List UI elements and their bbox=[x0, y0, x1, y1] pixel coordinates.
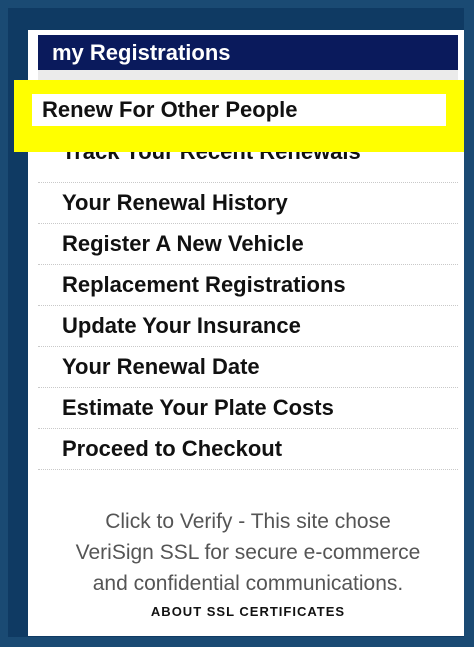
ssl-verification-notice[interactable]: Click to Verify - This site chose VeriSi… bbox=[38, 506, 458, 621]
outer-frame: my Registrations Renew Your Plates Onlin… bbox=[8, 8, 464, 637]
menu-item-proceed-to-checkout[interactable]: Proceed to Checkout bbox=[38, 429, 458, 470]
highlighted-menu-item-renew-for-other-people[interactable]: Renew For Other People bbox=[32, 94, 446, 126]
menu-item-renewal-date[interactable]: Your Renewal Date bbox=[38, 347, 458, 388]
menu-item-estimate-plate-costs[interactable]: Estimate Your Plate Costs bbox=[38, 388, 458, 429]
highlight-box: Renew For Other People bbox=[14, 80, 464, 152]
menu-item-register-new-vehicle[interactable]: Register A New Vehicle bbox=[38, 224, 458, 265]
ssl-text-line-1: Click to Verify - This site chose bbox=[105, 510, 391, 533]
menu-item-renewal-history[interactable]: Your Renewal History bbox=[38, 183, 458, 224]
menu-item-track-recent-renewals[interactable]: Track Your Recent Renewals bbox=[38, 151, 458, 183]
panel-title: my Registrations bbox=[38, 35, 458, 70]
menu-item-update-insurance[interactable]: Update Your Insurance bbox=[38, 306, 458, 347]
ssl-text-line-3: and confidential communications. bbox=[92, 572, 404, 595]
menu-item-replacement-registrations[interactable]: Replacement Registrations bbox=[38, 265, 458, 306]
about-ssl-certificates-link[interactable]: ABOUT SSL CERTIFICATES bbox=[38, 603, 458, 621]
ssl-text-line-2: VeriSign SSL for secure e-commerce bbox=[75, 541, 421, 564]
